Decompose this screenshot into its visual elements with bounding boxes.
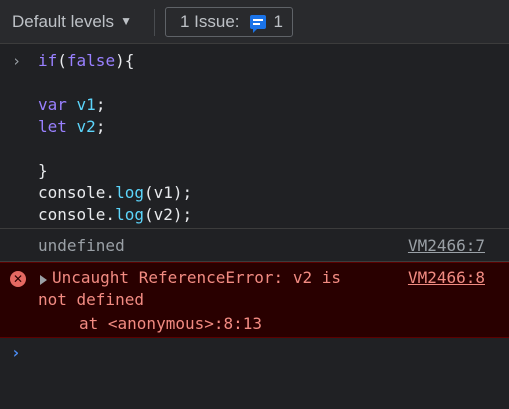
- message-icon: [249, 15, 266, 33]
- code-block[interactable]: if(false){ var v1; let v2; } console.log…: [38, 50, 192, 226]
- log-levels-label: Default levels: [12, 12, 115, 31]
- code-line-6: }: [38, 161, 48, 180]
- log-levels-dropdown[interactable]: Default levels ▼: [12, 12, 132, 32]
- error-stack-line: at <anonymous>:8:13: [79, 314, 263, 333]
- console-result-message: undefined VM2466:7: [0, 229, 509, 262]
- code-line-8: console.log(v2);: [38, 205, 193, 224]
- console-toolbar: Default levels ▼ 1 Issue: 1: [0, 0, 509, 44]
- code-line-1: if(false){: [38, 51, 135, 70]
- code-line-4: let v2;: [38, 117, 106, 136]
- issues-count: 1: [273, 12, 284, 31]
- error-message-line-2: not defined: [38, 290, 144, 309]
- console-prompt-input[interactable]: ›: [11, 343, 21, 362]
- error-message-line-1: Uncaught ReferenceError: v2 is: [52, 268, 341, 287]
- chevron-down-icon: ▼: [120, 14, 132, 28]
- code-line-7: console.log(v1);: [38, 183, 193, 202]
- toolbar-divider: [154, 9, 155, 36]
- console-input-message: › if(false){ var v1; let v2; } console.l…: [0, 44, 509, 229]
- error-source-link[interactable]: VM2466:8: [408, 268, 485, 287]
- source-link[interactable]: VM2466:7: [408, 236, 485, 255]
- code-line-3: var v1;: [38, 95, 106, 114]
- console-error-message: ✕ Uncaught ReferenceError: v2 is not def…: [0, 262, 509, 338]
- error-icon: ✕: [10, 271, 26, 287]
- chevron-right-icon: ›: [12, 52, 22, 70]
- result-value: undefined: [38, 236, 125, 255]
- issues-label: 1 Issue:: [180, 12, 240, 31]
- issues-button[interactable]: 1 Issue: 1: [165, 7, 293, 37]
- expand-triangle-icon[interactable]: [40, 275, 47, 285]
